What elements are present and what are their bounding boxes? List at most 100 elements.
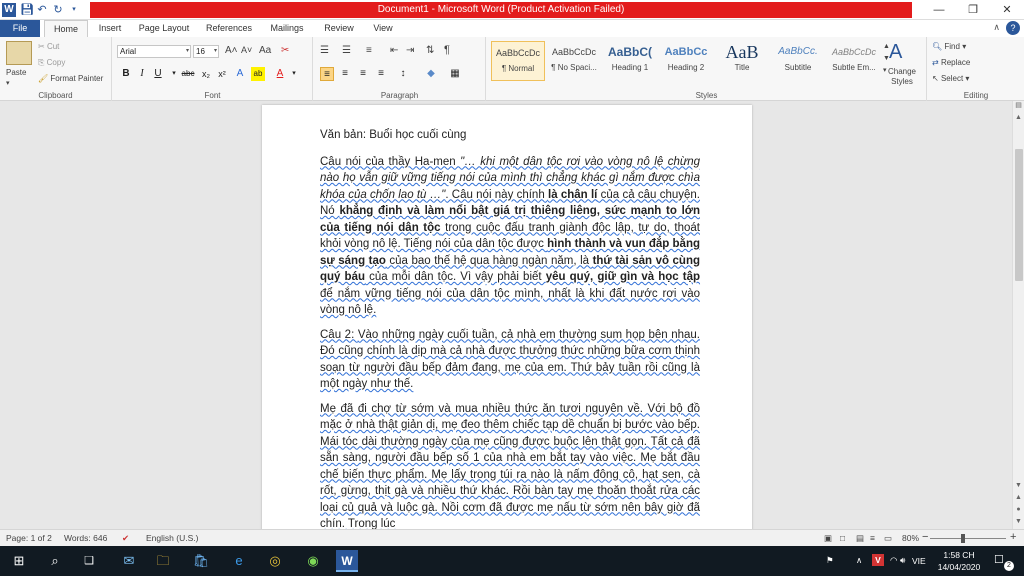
scrollbar-thumb[interactable] [1015, 149, 1023, 281]
file-explorer-icon[interactable]: 🗀︎ [152, 550, 174, 572]
style-heading-1[interactable]: AaBbC( Heading 1 [603, 41, 657, 81]
restore-button[interactable]: ❐ [956, 0, 990, 20]
style-normal[interactable]: AaBbCcDc ¶ Normal [491, 41, 545, 81]
bold-button[interactable]: B [119, 67, 133, 81]
paste-button[interactable]: Paste [6, 67, 26, 78]
shrink-font-icon[interactable]: A˅ [241, 45, 252, 56]
task-view-icon[interactable]: ❑ [78, 550, 100, 572]
zoom-out-button[interactable]: − [922, 531, 928, 543]
text-effects-icon[interactable]: A [233, 67, 247, 81]
align-left-button[interactable]: ≡ [320, 67, 334, 81]
chrome-icon[interactable]: ◎ [264, 550, 286, 572]
style-no-spacing[interactable]: AaBbCcDc ¶ No Spaci... [547, 41, 601, 81]
tab-view[interactable]: View [366, 20, 400, 37]
zoom-slider-track[interactable] [930, 538, 1006, 539]
redo-icon[interactable]: ↻ [52, 3, 64, 17]
coccoc-icon[interactable]: ◉ [302, 550, 324, 572]
copy-button[interactable]: ⎘ Copy [38, 57, 65, 68]
paste-icon[interactable] [6, 41, 32, 65]
borders-icon[interactable]: ▦ [448, 67, 462, 81]
align-right-button[interactable]: ≡ [356, 67, 370, 81]
scroll-down-icon[interactable]: ▼ [1013, 481, 1024, 491]
tab-insert[interactable]: Insert [92, 20, 128, 37]
scroll-up-icon[interactable]: ▲ [1013, 113, 1024, 123]
font-color-icon[interactable]: A [273, 67, 287, 81]
save-icon[interactable]: 💾︎ [20, 3, 34, 17]
font-name-combo[interactable]: Arial ▾ [117, 45, 191, 58]
line-spacing-icon[interactable]: ↕ [396, 67, 410, 81]
zoom-in-button[interactable]: + [1010, 531, 1016, 543]
full-screen-reading-icon[interactable]: □ [840, 533, 845, 543]
numbering-icon[interactable]: ☰ [342, 45, 351, 56]
sort-icon[interactable]: ⇅ [426, 45, 434, 56]
previous-page-icon[interactable]: ▲ [1013, 493, 1024, 503]
style-subtitle[interactable]: AaBbCc. Subtitle [771, 41, 825, 81]
multilevel-list-icon[interactable]: ≡ [366, 45, 372, 56]
ruler-toggle-icon[interactable]: ▤ [1013, 101, 1024, 111]
undo-icon[interactable]: ↶ [36, 3, 48, 17]
tab-home[interactable]: Home [44, 20, 88, 37]
web-layout-icon[interactable]: ▤ [856, 533, 864, 544]
mail-icon[interactable]: ✉ [118, 550, 140, 572]
edge-icon[interactable]: e [228, 550, 250, 572]
tab-file[interactable]: File [0, 20, 40, 37]
decrease-indent-icon[interactable]: ⇤ [390, 45, 398, 56]
underline-button[interactable]: U [151, 67, 165, 81]
font-size-combo[interactable]: 16 ▾ [193, 45, 219, 58]
notifications-icon[interactable]: ☐ [994, 553, 1004, 576]
word-count[interactable]: Words: 646 [64, 533, 107, 543]
replace-button[interactable]: ⇄ Replace [932, 57, 970, 68]
minimize-button[interactable]: — [922, 0, 956, 20]
word-logo-icon[interactable]: W [2, 3, 16, 17]
align-center-button[interactable]: ≡ [338, 67, 352, 81]
style-subtle-emphasis[interactable]: AaBbCcDc Subtle Em... [827, 41, 881, 81]
tab-page-layout[interactable]: Page Layout [134, 20, 194, 37]
store-icon[interactable]: 🛍︎ [190, 550, 212, 572]
shading-icon[interactable]: ◆ [424, 67, 438, 81]
justify-button[interactable]: ≡ [374, 67, 388, 81]
language-indicator[interactable]: English (U.S.) [146, 533, 198, 543]
proofing-icon[interactable]: ✔︎ [122, 533, 129, 544]
customize-qat-icon[interactable]: ▾ [68, 3, 80, 17]
collapse-ribbon-icon[interactable]: ∧ [993, 22, 1000, 33]
change-styles-button[interactable]: Change Styles [882, 67, 922, 87]
tab-references[interactable]: References [200, 20, 258, 37]
search-icon[interactable]: ⌕ [44, 550, 66, 572]
vertical-scrollbar[interactable]: ▤ ▲ ▼ ▲ ● ▼ [1012, 101, 1024, 529]
superscript-button[interactable]: x² [215, 67, 229, 81]
zoom-level[interactable]: 80% [902, 533, 919, 543]
format-painter-button[interactable]: 🖌︎ Format Painter [38, 73, 103, 84]
next-page-icon[interactable]: ▼ [1013, 517, 1024, 527]
windows-start-icon[interactable]: ⊞ [8, 550, 30, 572]
font-color-dropdown-icon[interactable]: ▾ [287, 67, 301, 81]
page-count[interactable]: Page: 1 of 2 [6, 533, 52, 543]
word-taskbar-icon[interactable]: W [336, 550, 358, 572]
tab-mailings[interactable]: Mailings [262, 20, 312, 37]
increase-indent-icon[interactable]: ⇥ [406, 45, 414, 56]
volume-icon[interactable]: 🔊︎ [900, 555, 905, 576]
italic-button[interactable]: I [135, 67, 149, 81]
zoom-slider-thumb[interactable] [961, 534, 965, 543]
change-styles-icon[interactable]: A [889, 41, 902, 63]
style-heading-2[interactable]: AaBbCc Heading 2 [659, 41, 713, 81]
antivirus-icon[interactable]: V [872, 554, 884, 566]
close-button[interactable]: ✕ [990, 0, 1024, 20]
select-browse-object-icon[interactable]: ● [1013, 505, 1024, 515]
wifi-icon[interactable]: ◠ [890, 555, 897, 576]
grow-font-icon[interactable]: A˄ [225, 45, 238, 56]
strikethrough-button[interactable]: abc [179, 67, 197, 81]
clear-formatting-icon[interactable]: ✂ [281, 45, 289, 56]
cut-button[interactable]: ✂ Cut [38, 41, 59, 52]
select-button[interactable]: ↖ Select ▾ [932, 73, 969, 84]
subscript-button[interactable]: x₂ [199, 67, 213, 81]
tab-review[interactable]: Review [318, 20, 360, 37]
find-button[interactable]: 🔍︎ Find ▾ [932, 41, 966, 52]
input-language[interactable]: VIE [912, 556, 926, 576]
show-hidden-icons[interactable]: ∧ [856, 555, 862, 576]
outline-view-icon[interactable]: ≡ [870, 533, 875, 543]
clock[interactable]: 1:58 CH 14/04/2020 [934, 549, 984, 576]
show-formatting-icon[interactable]: ¶ [444, 45, 450, 56]
paste-dropdown-icon[interactable]: ▾ [6, 78, 10, 89]
help-icon[interactable]: ? [1006, 21, 1020, 35]
print-layout-icon[interactable]: ▣ [824, 533, 832, 544]
